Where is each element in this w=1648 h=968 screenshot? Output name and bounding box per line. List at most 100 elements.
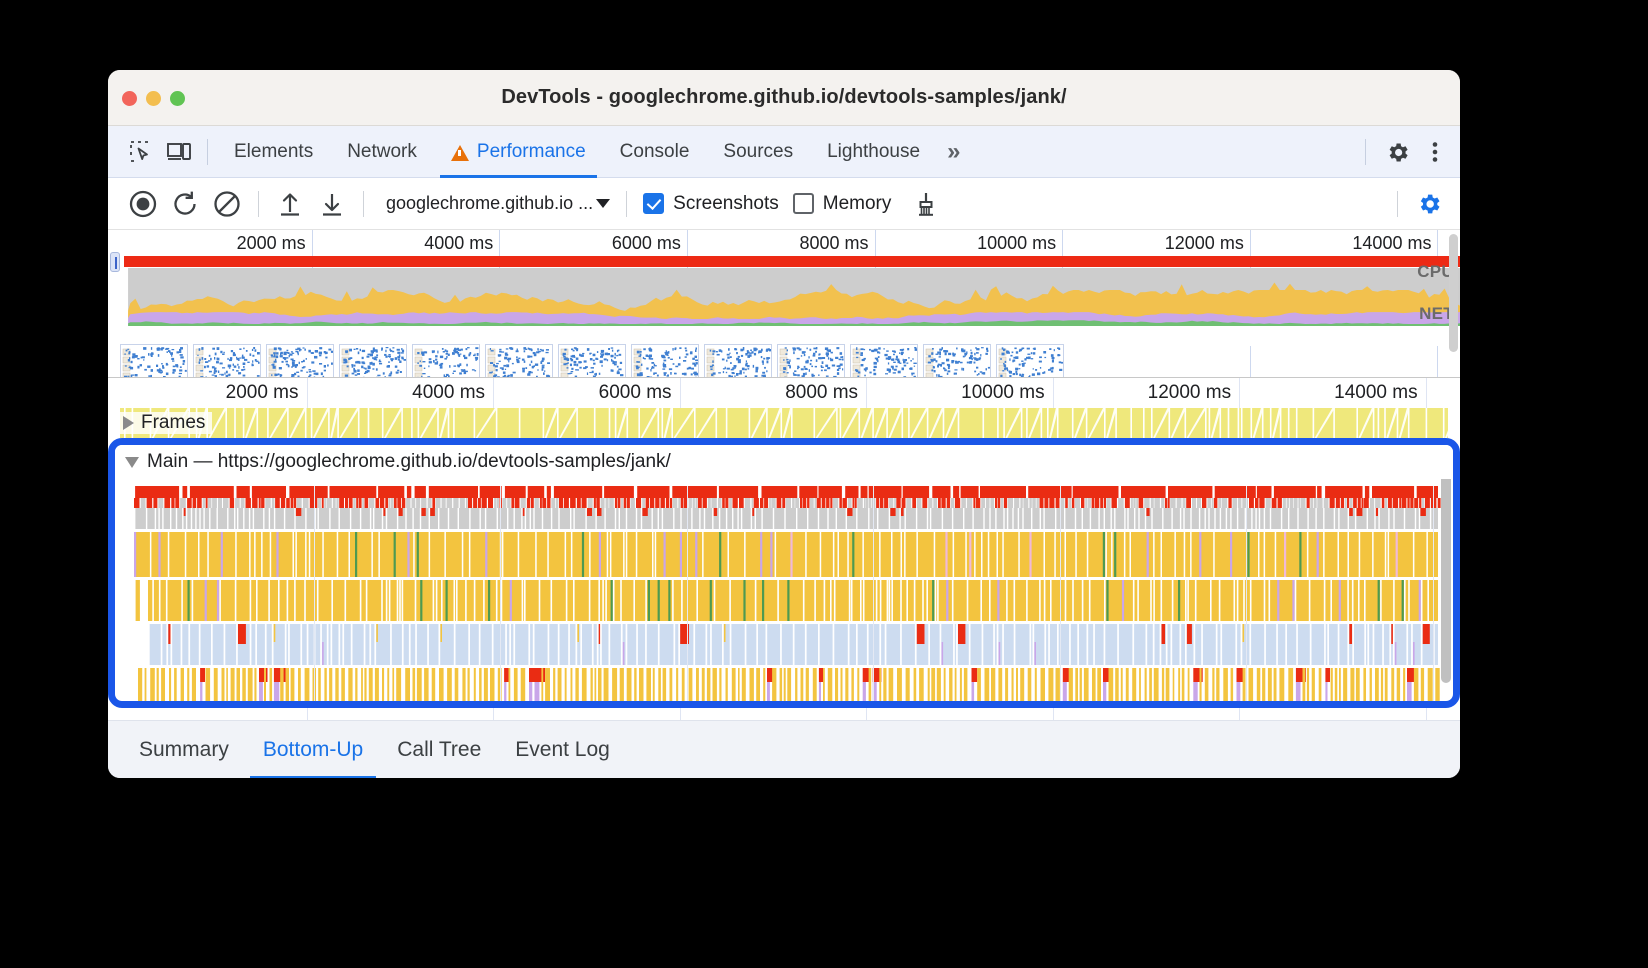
- devtools-tabbar: Elements Network Performance Console Sou…: [108, 126, 1460, 178]
- timeline-tick-label: 14000 ms: [1334, 382, 1418, 403]
- overview-scrollbar-thumb[interactable]: [1449, 234, 1458, 352]
- device-toolbar-icon[interactable]: [160, 133, 198, 171]
- filmstrip-frame[interactable]: [704, 344, 772, 377]
- timeline-overview-pane[interactable]: 2000 ms 4000 ms 6000 ms 8000 ms 10000 ms 1200…: [108, 230, 1460, 378]
- tab-performance-label: Performance: [476, 140, 586, 162]
- close-button[interactable]: [122, 90, 137, 106]
- filmstrip-frame[interactable]: [996, 344, 1064, 377]
- window-titlebar: DevTools - googlechrome.github.io/devtoo…: [108, 70, 1460, 126]
- toolbar-divider-2: [363, 190, 364, 217]
- zoom-button[interactable]: [170, 90, 185, 106]
- screenshots-checkbox-box: [643, 193, 665, 214]
- filmstrip-frame[interactable]: [631, 344, 699, 377]
- inspect-element-icon[interactable]: [122, 133, 160, 171]
- filmstrip-frame[interactable]: [558, 344, 626, 377]
- overview-tick-label: 12000 ms: [1164, 233, 1244, 253]
- frames-label-text: Frames: [141, 412, 206, 433]
- flame-scrollbar-thumb[interactable]: [1441, 451, 1451, 683]
- chevron-right-icon: [123, 416, 134, 430]
- frames-track-header[interactable]: Frames: [120, 412, 213, 434]
- tab-summary[interactable]: Summary: [122, 721, 246, 779]
- flame-grid-line: [873, 486, 875, 701]
- screenshots-checkbox[interactable]: Screenshots: [643, 193, 779, 215]
- main-track-header[interactable]: Main — https://googlechrome.github.io/de…: [115, 445, 1453, 479]
- url-select[interactable]: googlechrome.github.io ...: [380, 193, 616, 214]
- filmstrip-frame[interactable]: [412, 344, 480, 377]
- more-tabs-button[interactable]: »: [937, 126, 970, 178]
- chevron-down-icon: [596, 199, 611, 208]
- flame-grid-line: [1246, 486, 1248, 701]
- overview-cpu-chart: [120, 268, 1460, 326]
- timeline-ruler: 2000 ms 4000 ms 6000 ms 8000 ms 10000 ms 1200…: [108, 378, 1460, 726]
- gear-icon[interactable]: [1378, 133, 1416, 171]
- upload-profile-icon[interactable]: [269, 183, 311, 225]
- overview-tick-label: 4000 ms: [424, 233, 494, 253]
- filmstrip-frame[interactable]: [485, 344, 553, 377]
- tab-bottom-up[interactable]: Bottom-Up: [246, 721, 380, 778]
- reload-and-record-icon[interactable]: [164, 183, 206, 225]
- clear-recording-icon[interactable]: [206, 183, 248, 225]
- filmstrip-frame[interactable]: [266, 344, 334, 377]
- record-icon[interactable]: [122, 183, 164, 225]
- filmstrip-frame[interactable]: [193, 344, 261, 377]
- tab-bottom-up-label: Bottom-Up: [262, 737, 364, 761]
- tab-console[interactable]: Console: [603, 126, 707, 178]
- timeline-flame-pane[interactable]: 2000 ms 4000 ms 6000 ms 8000 ms 10000 ms 1200…: [108, 378, 1460, 726]
- main-track-label: Main — https://googlechrome.github.io/de…: [147, 451, 671, 472]
- tab-sources[interactable]: Sources: [706, 126, 810, 178]
- tab-elements[interactable]: Elements: [217, 126, 330, 178]
- timeline-tick-label: 10000 ms: [961, 382, 1045, 403]
- download-profile-icon[interactable]: [311, 183, 353, 225]
- tab-event-log[interactable]: Event Log: [498, 721, 627, 779]
- tab-network-label: Network: [347, 140, 417, 162]
- screenshots-label: Screenshots: [673, 192, 779, 214]
- tab-performance[interactable]: Performance: [434, 126, 603, 178]
- main-track-highlight-box: Main — https://googlechrome.github.io/de…: [108, 438, 1460, 708]
- collect-garbage-icon[interactable]: [905, 183, 947, 225]
- overview-tick-label: 2000 ms: [236, 233, 306, 253]
- tab-lighthouse-label: Lighthouse: [827, 140, 921, 162]
- filmstrip-frame[interactable]: [339, 344, 407, 377]
- tabbar-divider: [207, 138, 208, 165]
- filmstrip-frame[interactable]: [120, 344, 188, 377]
- frames-track[interactable]: Frames: [108, 408, 1460, 438]
- overview-tick-label: 10000 ms: [977, 233, 1057, 253]
- tab-call-tree-label: Call Tree: [397, 737, 482, 761]
- filmstrip-frame[interactable]: [850, 344, 918, 377]
- overview-window-left-handle[interactable]: [110, 252, 120, 272]
- filmstrip[interactable]: [120, 344, 1460, 377]
- capture-settings-gear-icon[interactable]: [1408, 183, 1450, 225]
- kebab-menu-icon[interactable]: [1416, 133, 1454, 171]
- overview-tick-label: 14000 ms: [1352, 233, 1432, 253]
- tab-lighthouse[interactable]: Lighthouse: [810, 126, 937, 178]
- overview-tick-label: 6000 ms: [611, 233, 681, 253]
- tab-summary-label: Summary: [139, 737, 229, 761]
- filmstrip-frame[interactable]: [777, 344, 845, 377]
- performance-toolbar: googlechrome.github.io ... Screenshots M…: [108, 178, 1460, 230]
- tab-event-log-label: Event Log: [515, 737, 610, 761]
- tab-call-tree[interactable]: Call Tree: [380, 721, 498, 779]
- flame-grid-line: [1059, 486, 1061, 701]
- overview-ruler: 2000 ms 4000 ms 6000 ms 8000 ms 10000 ms 1200…: [108, 230, 1460, 377]
- chevron-down-icon: [125, 456, 139, 468]
- tab-network[interactable]: Network: [330, 126, 434, 178]
- main-flame-chart[interactable]: [122, 486, 1446, 701]
- tab-console-label: Console: [619, 140, 690, 162]
- toolbar-divider-3: [626, 190, 628, 217]
- cpu-area-chart: [120, 268, 1460, 326]
- timeline-tick-label: 2000 ms: [225, 382, 299, 403]
- devtools-window: DevTools - googlechrome.github.io/devtoo…: [108, 70, 1460, 778]
- memory-checkbox[interactable]: Memory: [792, 192, 892, 215]
- detail-tabbar: Summary Bottom-Up Call Tree Event Log: [108, 720, 1460, 778]
- memory-checkbox-box: [792, 193, 814, 214]
- timeline-tick-label: 12000 ms: [1147, 382, 1232, 403]
- flame-grid-line: [313, 486, 315, 701]
- filmstrip-frame[interactable]: [923, 344, 991, 377]
- minimize-button[interactable]: [146, 90, 161, 106]
- tabbar-right-divider: [1365, 139, 1366, 165]
- overview-tick-label: 8000 ms: [799, 233, 869, 253]
- flame-grid-line: [500, 486, 502, 701]
- overview-net-chart: [120, 326, 1460, 346]
- memory-label: Memory: [822, 192, 892, 214]
- frames-strip[interactable]: [120, 408, 1448, 438]
